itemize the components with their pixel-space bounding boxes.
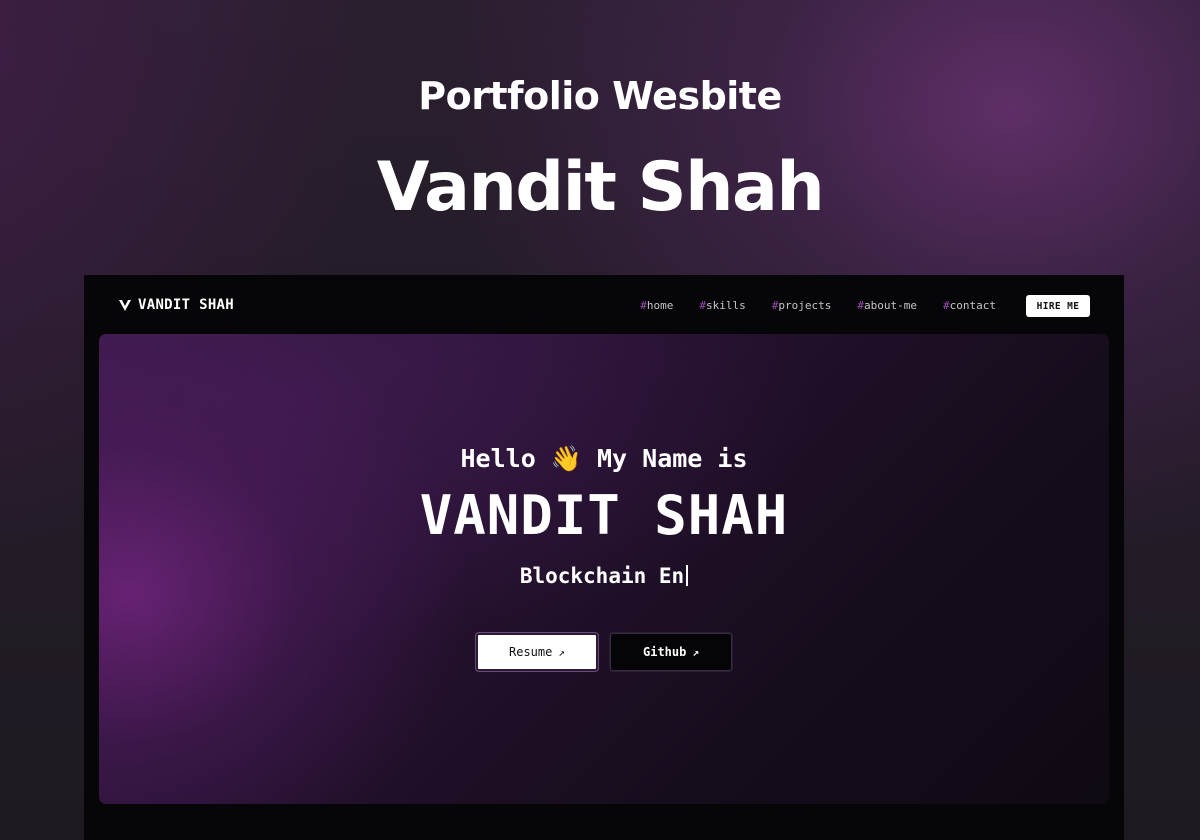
brand-name: VANDIT SHAH <box>138 297 235 313</box>
nav-link-skills[interactable]: #skills <box>699 299 745 312</box>
hire-me-button[interactable]: HIRE ME <box>1026 295 1090 317</box>
navbar: VANDIT SHAH #home #skills #projects #abo… <box>84 275 1124 335</box>
v-logo-icon <box>118 298 132 312</box>
hero-section: Hello 👋 My Name is VANDIT SHAH Blockchai… <box>99 334 1109 804</box>
website-preview: VANDIT SHAH #home #skills #projects #abo… <box>84 275 1124 840</box>
nav-label: home <box>646 299 674 312</box>
promo-subtitle: Portfolio Wesbite <box>418 74 782 118</box>
nav-hash: # <box>943 299 950 312</box>
hero-name: VANDIT SHAH <box>419 484 789 547</box>
nav-label: contact <box>949 299 996 312</box>
typing-text: Blockchain En <box>519 564 685 588</box>
arrow-up-right-icon: ↗ <box>692 645 699 659</box>
typing-cursor <box>686 565 689 586</box>
nav-link-about-me[interactable]: #about-me <box>857 299 917 312</box>
nav-links: #home #skills #projects #about-me #conta… <box>614 299 996 312</box>
nav-label: skills <box>706 299 746 312</box>
nav-label: about-me <box>864 299 918 312</box>
resume-label: Resume <box>509 645 553 659</box>
promo-title: Vandit Shah <box>376 148 825 227</box>
github-label: Github <box>643 645 687 659</box>
hero-role: Blockchain En <box>99 564 1109 588</box>
github-button[interactable]: Github ↗ <box>610 633 732 671</box>
nav-label: projects <box>778 299 832 312</box>
nav-link-contact[interactable]: #contact <box>943 299 996 312</box>
nav-link-projects[interactable]: #projects <box>772 299 832 312</box>
nav-hash: # <box>640 299 647 312</box>
arrow-up-right-icon: ↗ <box>558 645 565 659</box>
resume-button[interactable]: Resume ↗ <box>476 633 598 671</box>
hero-greeting: Hello 👋 My Name is <box>460 444 748 473</box>
brand-link[interactable]: VANDIT SHAH <box>118 297 234 313</box>
nav-link-home[interactable]: #home <box>640 299 673 312</box>
